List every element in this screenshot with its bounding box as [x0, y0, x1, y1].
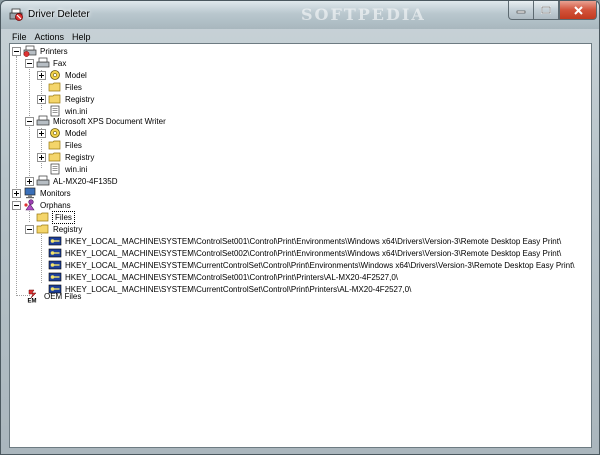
menu-bar: File Actions Help	[9, 30, 593, 43]
ini-file-icon	[50, 163, 60, 175]
tree-node-registry-key[interactable]: HKEY_LOCAL_MACHINE\SYSTEM\CurrentControl…	[48, 259, 575, 271]
collapse-icon[interactable]	[25, 58, 34, 68]
tree-node-fax-files[interactable]: Files	[48, 81, 82, 93]
folder-icon	[48, 82, 61, 92]
monitor-icon	[24, 187, 36, 199]
tree-label: Files	[65, 140, 82, 150]
tree-node-al-mx20[interactable]: AL-MX20-4F135D	[25, 175, 117, 187]
collapse-icon[interactable]	[12, 46, 21, 56]
expand-icon[interactable]	[37, 152, 46, 162]
printer-icon	[36, 175, 50, 186]
menu-help[interactable]: Help	[69, 32, 96, 42]
tree-node-xps-winini[interactable]: win.ini	[48, 163, 87, 175]
tree-node-xps-model[interactable]: Model	[37, 127, 87, 139]
tree-node-orphans-files[interactable]: Files	[36, 210, 75, 224]
tree-label: Monitors	[40, 188, 71, 198]
minimize-icon	[516, 10, 526, 14]
tree-node-registry-key[interactable]: HKEY_LOCAL_MACHINE\SYSTEM\ControlSet002\…	[48, 247, 561, 259]
tree-label: HKEY_LOCAL_MACHINE\SYSTEM\ControlSet001\…	[65, 236, 562, 246]
tree-label: Model	[65, 128, 87, 138]
expand-icon[interactable]	[37, 128, 46, 138]
close-icon	[573, 5, 583, 15]
registry-key-icon	[48, 272, 62, 282]
registry-key-icon	[48, 248, 62, 258]
tree-node-registry-key[interactable]: HKEY_LOCAL_MACHINE\SYSTEM\ControlSet001\…	[48, 235, 561, 247]
tree-label: HKEY_LOCAL_MACHINE\SYSTEM\ControlSet001\…	[65, 272, 399, 282]
collapse-icon[interactable]	[25, 116, 34, 126]
printer-icon	[36, 57, 50, 68]
tree-node-fax[interactable]: Fax	[25, 57, 66, 69]
tree-node-xps-files[interactable]: Files	[48, 139, 82, 151]
expand-icon[interactable]	[12, 188, 21, 198]
tree-node-xps-registry[interactable]: Registry	[37, 151, 94, 163]
printer-icon	[23, 45, 37, 57]
registry-key-icon	[48, 260, 62, 270]
tree-label: OEM Files	[44, 291, 82, 301]
expand-icon[interactable]	[25, 176, 34, 186]
oem-icon: EM	[28, 289, 37, 304]
expand-icon[interactable]	[37, 70, 46, 80]
maximize-icon	[541, 6, 551, 14]
oem-badge-text: EM	[28, 299, 37, 304]
tree-node-printers[interactable]: Printers	[12, 45, 68, 57]
folder-icon	[36, 212, 49, 222]
folder-icon	[48, 152, 61, 162]
softpedia-watermark: SOFTPEDIA	[301, 5, 426, 24]
tree-line	[16, 56, 17, 296]
tree-label: HKEY_LOCAL_MACHINE\SYSTEM\CurrentControl…	[65, 284, 412, 294]
close-button[interactable]	[559, 1, 597, 20]
maximize-button[interactable]	[534, 1, 559, 20]
tree-label: HKEY_LOCAL_MACHINE\SYSTEM\CurrentControl…	[65, 260, 575, 270]
tree-node-fax-model[interactable]: Model	[37, 69, 87, 81]
orphans-icon	[24, 199, 35, 211]
model-gear-icon	[50, 70, 60, 80]
tree-label-selected: Files	[52, 210, 75, 224]
tree-label: Registry	[65, 94, 95, 104]
tree-label: Printers	[40, 46, 68, 56]
tree-line	[41, 231, 42, 283]
tree-node-fax-registry[interactable]: Registry	[37, 93, 94, 105]
tree-node-orphans[interactable]: Orphans	[12, 199, 71, 211]
tree-node-orphans-registry[interactable]: Registry	[25, 223, 82, 235]
title-bar[interactable]: Driver Deleter SOFTPEDIA	[1, 1, 599, 29]
folder-icon	[36, 224, 49, 234]
tree-label: HKEY_LOCAL_MACHINE\SYSTEM\ControlSet002\…	[65, 248, 562, 258]
printer-icon	[36, 115, 50, 126]
tree-node-xps[interactable]: Microsoft XPS Document Writer	[25, 115, 166, 127]
menu-file[interactable]: File	[9, 32, 32, 42]
app-window: Driver Deleter SOFTPEDIA File Actions He…	[0, 0, 600, 455]
tree-label: Registry	[53, 224, 83, 234]
tree-node-registry-key[interactable]: HKEY_LOCAL_MACHINE\SYSTEM\CurrentControl…	[48, 283, 411, 295]
folder-icon	[48, 94, 61, 104]
expand-icon[interactable]	[37, 94, 46, 104]
minimize-button[interactable]	[508, 1, 534, 20]
tree-label: AL-MX20-4F135D	[53, 176, 118, 186]
collapse-icon[interactable]	[12, 200, 21, 210]
model-gear-icon	[50, 128, 60, 138]
driver-tree-view[interactable]: Printers Fax Model Files Registry win.in…	[9, 43, 592, 448]
tree-node-monitors[interactable]: Monitors	[12, 187, 71, 199]
folder-icon	[48, 140, 61, 150]
menu-actions[interactable]: Actions	[32, 32, 70, 42]
tree-label: Orphans	[40, 200, 71, 210]
app-icon	[9, 8, 23, 21]
tree-node-registry-key[interactable]: HKEY_LOCAL_MACHINE\SYSTEM\ControlSet001\…	[48, 271, 398, 283]
tree-label: Model	[65, 70, 87, 80]
tree-label: win.ini	[65, 164, 88, 174]
tree-label: Fax	[53, 58, 67, 68]
registry-key-icon	[48, 236, 62, 246]
tree-label: Registry	[65, 152, 95, 162]
window-title: Driver Deleter	[28, 9, 90, 20]
collapse-icon[interactable]	[25, 224, 34, 234]
tree-label: Files	[65, 82, 82, 92]
tree-node-oem-files[interactable]: EM OEM Files	[27, 289, 81, 303]
tree-label: Microsoft XPS Document Writer	[53, 116, 166, 126]
